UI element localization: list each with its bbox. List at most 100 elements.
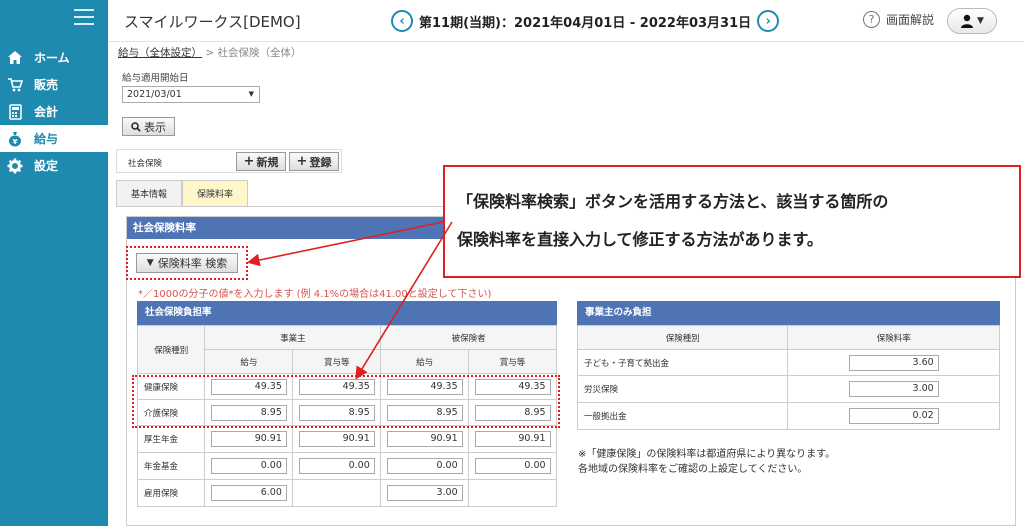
rate-input[interactable]: 90.91 (210, 431, 287, 447)
period-navigator: ‹ 第11期(当期)：2021年04月01日 - 2022年03月31日 › (391, 10, 780, 32)
date-value: 2021/03/01 (127, 89, 182, 100)
help-label: 画面解説 (886, 13, 935, 27)
breadcrumb: 給与（全体設定） > 社会保険（全体） (118, 45, 302, 60)
show-button-label: 表示 (144, 120, 166, 134)
col-type: 保険種別 (576, 325, 789, 350)
plus-icon: + (296, 154, 308, 169)
callout-box: 「保険料率検索」ボタンを活用する方法と、該当する箇所の 保険料率を直接入力して修… (443, 165, 1021, 278)
rate-input[interactable]: 3.00 (386, 485, 463, 501)
callout-line: 「保険料率検索」ボタンを活用する方法と、該当する箇所の (457, 192, 889, 211)
rate-input[interactable]: 0.00 (386, 458, 463, 474)
table-row: 労災保険 3.00 (576, 375, 1000, 403)
right-table-title: 事業主のみ負担 (577, 301, 1000, 325)
chevron-right-icon[interactable]: › (757, 10, 780, 32)
tab-basic-info[interactable]: 基本情報 (116, 180, 183, 206)
show-button[interactable]: 表示 (122, 117, 175, 136)
input-note: *／1000の分子の値*を入力します (例 4.1%の場合は41.00と設定して… (138, 289, 492, 300)
left-table-title: 社会保険負担率 (137, 301, 557, 325)
sidebar: ホーム 販売 会計 ¥ 給与 設定 (0, 0, 108, 526)
table-row: 子ども・子育て拠出金 3.60 (576, 349, 1000, 376)
rate-input[interactable]: 3.00 (848, 381, 939, 397)
rate-input[interactable]: 0.02 (848, 408, 939, 424)
rate-input[interactable]: 6.00 (210, 485, 287, 501)
rate-input[interactable]: 3.60 (848, 354, 939, 371)
sidebar-item-label: 会計 (34, 105, 59, 119)
col-employer: 事業主 (204, 325, 382, 350)
user-menu-button[interactable]: ▼ (947, 8, 997, 34)
col-insured-salary: 給与 (380, 349, 470, 374)
register-button[interactable]: + 登録 (289, 152, 339, 171)
sidebar-item-label: ホーム (34, 51, 70, 65)
row-label: 雇用保険 (136, 479, 206, 507)
period-label: 第11期(当期)：2021年04月01日 - 2022年03月31日 (419, 15, 752, 31)
sidebar-item-home[interactable]: ホーム (0, 44, 108, 71)
date-label: 給与適用開始日 (122, 73, 189, 84)
table-header-row: 保険種別 事業主 被保険者 (136, 325, 557, 374)
top-header: スマイルワークス[DEMO] ‹ 第11期(当期)：2021年04月01日 - … (108, 0, 1024, 42)
tab-insurance-rate[interactable]: 保険料率 (182, 180, 249, 206)
col-type: 保険種別 (136, 325, 206, 374)
tab-label: 基本情報 (131, 190, 168, 200)
register-button-label: 登録 (309, 155, 332, 169)
sidebar-item-label: 設定 (34, 159, 59, 173)
rate-input[interactable]: 0.00 (210, 458, 287, 474)
calculator-icon (6, 103, 24, 121)
col-employer-bonus: 賞与等 (292, 349, 382, 374)
rate-input[interactable]: 0.00 (298, 458, 375, 474)
tab-label: 保険料率 (197, 190, 234, 200)
search-highlight (126, 246, 248, 280)
row-label: 一般拠出金 (576, 402, 789, 430)
insurance-label: 社会保険 (128, 159, 163, 169)
question-icon: ? (863, 11, 880, 28)
table-row: 年金基金 0.00 0.00 0.00 0.00 (136, 452, 557, 480)
help-link[interactable]: ? 画面解説 (863, 11, 934, 28)
sidebar-item-payroll[interactable]: ¥ 給与 (0, 125, 108, 152)
row-label: 子ども・子育て拠出金 (576, 349, 789, 376)
sidebar-item-settings[interactable]: 設定 (0, 152, 108, 179)
new-button-label: 新規 (256, 155, 279, 169)
tab-bar: 基本情報 保険料率 (116, 180, 249, 206)
rate-input[interactable]: 90.91 (298, 431, 375, 447)
home-icon (6, 49, 24, 67)
col-employer-salary: 給与 (204, 349, 294, 374)
empty-cell (292, 479, 382, 507)
sidebar-nav: ホーム 販売 会計 ¥ 給与 設定 (0, 44, 108, 179)
chevron-down-icon: ▼ (248, 90, 254, 98)
col-insured-bonus: 賞与等 (468, 349, 557, 374)
search-icon (131, 121, 141, 132)
rows-highlight (132, 375, 560, 428)
employer-only-table: 保険種別 保険料率 子ども・子育て拠出金 3.60 労災保険 3.00 一般拠出… (576, 325, 1000, 430)
callout-line: 保険料率を直接入力して修正する方法があります。 (457, 230, 823, 249)
row-label: 労災保険 (576, 375, 789, 403)
row-label: 年金基金 (136, 452, 206, 480)
sidebar-item-label: 給与 (34, 132, 59, 146)
gear-icon (6, 157, 24, 175)
user-icon (961, 14, 974, 28)
rate-input[interactable]: 90.91 (386, 431, 463, 447)
chevron-left-icon[interactable]: ‹ (391, 10, 413, 32)
col-insured: 被保険者 (380, 325, 557, 350)
sidebar-item-sales[interactable]: 販売 (0, 71, 108, 98)
menu-icon[interactable] (74, 9, 94, 25)
sidebar-item-label: 販売 (34, 78, 59, 92)
cart-icon (6, 76, 24, 94)
notes: ※「健康保険」の保険料率は都道府県により異なります。 各地域の保険料率をご確認の… (578, 447, 835, 477)
date-select[interactable]: 2021/03/01 ▼ (122, 86, 260, 103)
breadcrumb-current: 社会保険（全体） (217, 47, 302, 59)
table-row: 雇用保険 6.00 3.00 (136, 479, 557, 507)
table-header-row: 保険種別 保険料率 (576, 325, 1000, 350)
money-bag-icon: ¥ (6, 130, 24, 148)
plus-icon: + (243, 154, 255, 169)
breadcrumb-link[interactable]: 給与（全体設定） (118, 47, 202, 59)
rate-input[interactable]: 90.91 (474, 431, 551, 447)
svg-text:¥: ¥ (13, 138, 18, 146)
sidebar-item-accounting[interactable]: 会計 (0, 98, 108, 125)
col-rate: 保険料率 (787, 325, 1000, 350)
breadcrumb-separator: > (205, 47, 215, 59)
table-row: 厚生年金 90.91 90.91 90.91 90.91 (136, 425, 557, 453)
app-title: スマイルワークス[DEMO] (124, 13, 301, 31)
rate-input[interactable]: 0.00 (474, 458, 551, 474)
row-label: 厚生年金 (136, 425, 206, 453)
note-line: 各地域の保険料率をご確認の上設定してください。 (578, 464, 808, 475)
new-button[interactable]: + 新規 (236, 152, 286, 171)
